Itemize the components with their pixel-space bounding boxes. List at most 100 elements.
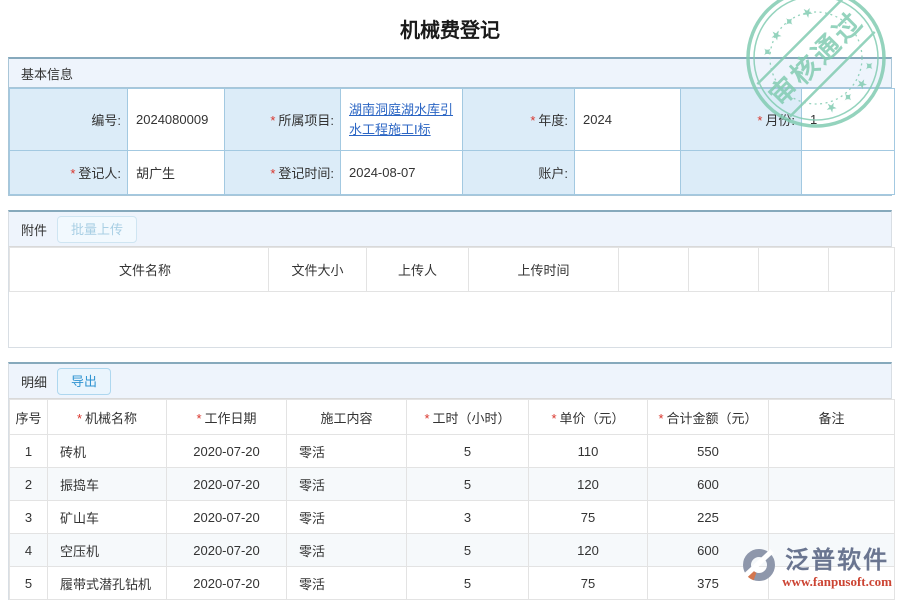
attachments-table: 文件名称 文件大小 上传人 上传时间 bbox=[9, 247, 895, 292]
required-marker: * bbox=[77, 411, 82, 426]
col-upload-time: 上传时间 bbox=[469, 248, 619, 292]
cell-work-content: 零活 bbox=[287, 501, 407, 534]
brand-url: www.fanpusoft.com bbox=[782, 574, 892, 589]
required-marker: * bbox=[424, 411, 429, 426]
project-link[interactable]: 湖南洞庭湖水库引水工程施工I标 bbox=[349, 100, 462, 140]
required-marker: * bbox=[70, 166, 75, 181]
empty-label-cell bbox=[681, 151, 802, 195]
attachments-title: 附件 bbox=[21, 220, 47, 239]
attachments-header: 附件 批量上传 bbox=[9, 212, 891, 247]
required-marker: * bbox=[551, 411, 556, 426]
cell-total-amount: 550 bbox=[648, 435, 769, 468]
field-label-registrant: *登记人: bbox=[10, 151, 128, 195]
field-label-month: *月份: bbox=[681, 89, 802, 151]
attachments-empty-body bbox=[9, 292, 891, 347]
field-value-account bbox=[575, 151, 681, 195]
page-title: 机械费登记 bbox=[0, 0, 900, 57]
col-empty bbox=[619, 248, 689, 292]
col-total-amount: *合计金额（元） bbox=[648, 400, 769, 435]
details-header: 明细 导出 bbox=[9, 364, 891, 399]
cell-hours: 5 bbox=[407, 567, 529, 600]
cell-unit-price: 120 bbox=[529, 468, 648, 501]
cell-work-content: 零活 bbox=[287, 534, 407, 567]
cell-work-content: 零活 bbox=[287, 468, 407, 501]
cell-hours: 5 bbox=[407, 468, 529, 501]
cell-seq: 2 bbox=[10, 468, 48, 501]
form-row-2: *登记人: 胡广生 *登记时间: 2024-08-07 账户: bbox=[10, 151, 895, 195]
col-machine-name: *机械名称 bbox=[48, 400, 167, 435]
field-value-registrant: 胡广生 bbox=[128, 151, 225, 195]
cell-remarks bbox=[769, 435, 895, 468]
cell-remarks bbox=[769, 501, 895, 534]
table-row: 1 砖机 2020-07-20 零活 5 110 550 bbox=[10, 435, 895, 468]
machinery-fee-registration-page: 机械费登记 基本信息 编号: 2024080009 *所属项目: 湖南洞庭湖水库… bbox=[0, 0, 900, 600]
cell-remarks bbox=[769, 468, 895, 501]
cell-work-date: 2020-07-20 bbox=[167, 567, 287, 600]
cell-total-amount: 600 bbox=[648, 468, 769, 501]
cell-seq: 4 bbox=[10, 534, 48, 567]
field-value-year: 2024 bbox=[575, 89, 681, 151]
field-label-year: *年度: bbox=[463, 89, 575, 151]
cell-seq: 1 bbox=[10, 435, 48, 468]
col-empty bbox=[759, 248, 829, 292]
cell-unit-price: 75 bbox=[529, 567, 648, 600]
col-file-name: 文件名称 bbox=[10, 248, 269, 292]
fanpu-logo-texts: 泛普软件 www.fanpusoft.com bbox=[782, 548, 892, 589]
cell-seq: 3 bbox=[10, 501, 48, 534]
field-label-project: *所属项目: bbox=[225, 89, 341, 151]
cell-work-date: 2020-07-20 bbox=[167, 435, 287, 468]
required-marker: * bbox=[270, 166, 275, 181]
cell-work-date: 2020-07-20 bbox=[167, 468, 287, 501]
basic-info-header: 基本信息 bbox=[9, 59, 891, 88]
col-work-date: *工作日期 bbox=[167, 400, 287, 435]
field-label-reg-date: *登记时间: bbox=[225, 151, 341, 195]
details-title: 明细 bbox=[21, 372, 47, 391]
cell-work-content: 零活 bbox=[287, 435, 407, 468]
cell-work-content: 零活 bbox=[287, 567, 407, 600]
col-unit-price: *单价（元） bbox=[529, 400, 648, 435]
cell-total-amount: 225 bbox=[648, 501, 769, 534]
cell-work-date: 2020-07-20 bbox=[167, 534, 287, 567]
col-remarks: 备注 bbox=[769, 400, 895, 435]
col-hours: *工时（小时） bbox=[407, 400, 529, 435]
cell-machine-name: 空压机 bbox=[48, 534, 167, 567]
cell-machine-name: 砖机 bbox=[48, 435, 167, 468]
attachments-panel: 附件 批量上传 文件名称 文件大小 上传人 上传时间 bbox=[8, 210, 892, 348]
cell-hours: 3 bbox=[407, 501, 529, 534]
details-header-row: 序号 *机械名称 *工作日期 施工内容 *工时（小时） *单价（元） *合计金额… bbox=[10, 400, 895, 435]
cell-unit-price: 110 bbox=[529, 435, 648, 468]
cell-hours: 5 bbox=[407, 435, 529, 468]
cell-machine-name: 履带式潜孔钻机 bbox=[48, 567, 167, 600]
cell-unit-price: 120 bbox=[529, 534, 648, 567]
col-file-size: 文件大小 bbox=[269, 248, 367, 292]
basic-info-panel: 基本信息 编号: 2024080009 *所属项目: 湖南洞庭湖水库引水工程施工… bbox=[8, 57, 892, 196]
col-work-content: 施工内容 bbox=[287, 400, 407, 435]
table-row: 3 矿山车 2020-07-20 零活 3 75 225 bbox=[10, 501, 895, 534]
cell-seq: 5 bbox=[10, 567, 48, 600]
cell-work-date: 2020-07-20 bbox=[167, 501, 287, 534]
empty-value-cell bbox=[802, 151, 895, 195]
col-uploader: 上传人 bbox=[367, 248, 469, 292]
required-marker: * bbox=[196, 411, 201, 426]
field-value-month: 1 bbox=[802, 89, 895, 151]
required-marker: * bbox=[757, 113, 762, 128]
fanpu-logo-icon bbox=[740, 548, 778, 586]
cell-machine-name: 矿山车 bbox=[48, 501, 167, 534]
attachments-header-row: 文件名称 文件大小 上传人 上传时间 bbox=[10, 248, 895, 292]
form-row-1: 编号: 2024080009 *所属项目: 湖南洞庭湖水库引水工程施工I标 *年… bbox=[10, 89, 895, 151]
basic-info-title: 基本信息 bbox=[21, 64, 73, 83]
table-row: 2 振捣车 2020-07-20 零活 5 120 600 bbox=[10, 468, 895, 501]
field-value-number: 2024080009 bbox=[128, 89, 225, 151]
field-value-reg-date: 2024-08-07 bbox=[341, 151, 463, 195]
cell-machine-name: 振捣车 bbox=[48, 468, 167, 501]
col-empty bbox=[689, 248, 759, 292]
field-value-project: 湖南洞庭湖水库引水工程施工I标 bbox=[341, 89, 463, 151]
required-marker: * bbox=[270, 113, 275, 128]
basic-info-form-table: 编号: 2024080009 *所属项目: 湖南洞庭湖水库引水工程施工I标 *年… bbox=[9, 88, 895, 195]
cell-unit-price: 75 bbox=[529, 501, 648, 534]
brand-name: 泛普软件 bbox=[785, 548, 889, 574]
export-button[interactable]: 导出 bbox=[57, 368, 111, 395]
field-label-number: 编号: bbox=[10, 89, 128, 151]
required-marker: * bbox=[530, 113, 535, 128]
batch-upload-button[interactable]: 批量上传 bbox=[57, 216, 137, 243]
